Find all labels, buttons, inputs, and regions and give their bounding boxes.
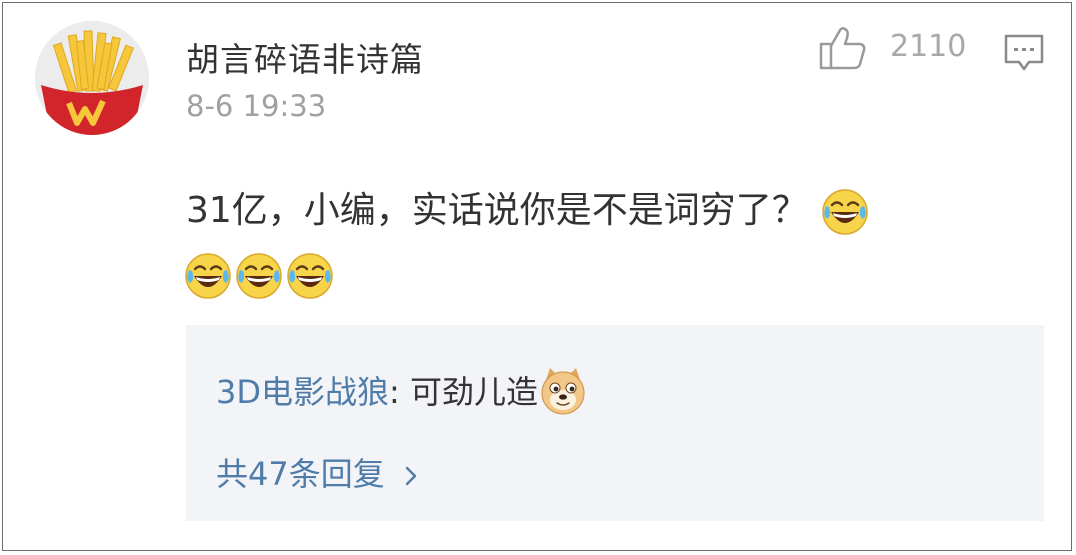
username[interactable]: 胡言碎语非诗篇	[186, 33, 424, 81]
doge-emoji-icon	[541, 368, 585, 415]
view-all-replies-link[interactable]: 共47条回复	[216, 449, 417, 495]
laugh-cry-emoji-icon	[820, 187, 870, 237]
comment-text: 31亿，小编，实话说你是不是词穷了？	[186, 190, 808, 231]
laugh-cry-emoji-icon	[183, 251, 233, 301]
comment-icon[interactable]	[1003, 33, 1045, 73]
avatar[interactable]	[35, 21, 149, 135]
timestamp: 8-6 19:33	[186, 89, 327, 123]
reply-line: 3D电影战狼: 可劲儿造	[216, 367, 588, 416]
chevron-right-icon	[405, 466, 416, 486]
thumbs-up-icon[interactable]	[818, 25, 868, 71]
reply-separator: :	[389, 373, 410, 411]
comment-card: 胡言碎语非诗篇 8-6 19:33 2110 31亿，小编，实话说你是不是词穷了…	[2, 2, 1072, 551]
like-count: 2110	[890, 29, 967, 64]
laugh-cry-emoji-icon	[234, 251, 284, 301]
reply-count-label: 共47条回复	[216, 455, 385, 493]
reply-text: 可劲儿造	[409, 373, 538, 411]
fries-logo-icon	[35, 21, 149, 135]
reply-author[interactable]: 3D电影战狼	[216, 373, 389, 411]
reply-preview[interactable]: 3D电影战狼: 可劲儿造 共47条回复	[186, 325, 1044, 521]
comment-text-block: 31亿，小编，实话说你是不是词穷了？	[186, 179, 1016, 307]
laugh-cry-emoji-icon	[285, 251, 335, 301]
